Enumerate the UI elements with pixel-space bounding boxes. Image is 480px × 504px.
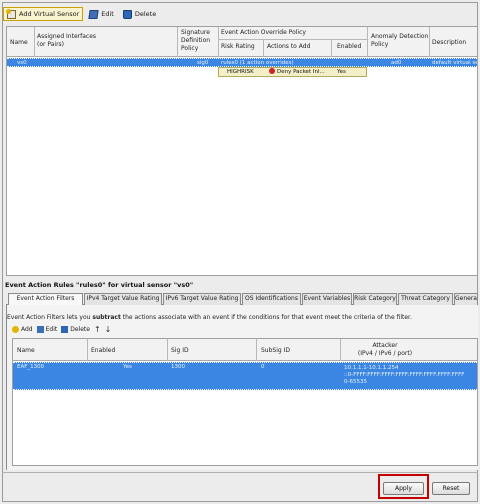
row-signature-policy: sig0 bbox=[197, 60, 209, 66]
override-action-label: Deny Packet Inl... bbox=[277, 69, 325, 75]
filters-toolbar: Add Edit Delete ↑ ↓ bbox=[12, 323, 115, 335]
tab-ipv6-target-value-rating[interactable]: IPv6 Target Value Rating bbox=[163, 293, 241, 305]
deny-icon bbox=[269, 68, 275, 74]
override-enabled: Yes bbox=[337, 69, 346, 75]
tab-threat-category[interactable]: Threat Category bbox=[398, 293, 453, 305]
tab-general[interactable]: General bbox=[454, 293, 478, 305]
add-filter-label: Add bbox=[21, 325, 33, 333]
col-actions-to-add[interactable]: Actions to Add bbox=[267, 43, 310, 51]
filters-description: Event Action Filters lets you subtract t… bbox=[7, 314, 412, 321]
row-subsig-id: 0 bbox=[261, 364, 265, 370]
edit-filter-label: Edit bbox=[45, 325, 58, 333]
move-up-icon[interactable]: ↑ bbox=[94, 325, 101, 334]
delete-label: Delete bbox=[134, 10, 157, 18]
event-action-filters-table: Name Enabled Sig ID SubSig ID Attacker (… bbox=[12, 338, 478, 466]
apply-button[interactable]: Apply bbox=[383, 482, 424, 495]
col-signature-policy[interactable]: Signature Definition Policy bbox=[181, 29, 210, 53]
event-action-tabs: Event Action Filters IPv4 Target Value R… bbox=[6, 293, 478, 306]
override-action: Deny Packet Inl... bbox=[269, 68, 337, 77]
row-name: EAF_1300 bbox=[17, 364, 45, 370]
add-virtual-sensor-button[interactable]: Add Virtual Sensor bbox=[3, 7, 84, 21]
edit-sensor-button[interactable]: Edit bbox=[86, 7, 117, 21]
col-sig-id[interactable]: Sig ID bbox=[171, 347, 189, 355]
override-risk-rating: HIGHRISK bbox=[227, 69, 254, 75]
tab-event-variables[interactable]: Event Variables bbox=[302, 293, 352, 305]
edit-icon bbox=[36, 325, 44, 333]
col-description[interactable]: Description bbox=[432, 39, 466, 47]
virtual-sensor-table: Name Assigned Interfaces (or Pairs) Sign… bbox=[6, 26, 478, 276]
edit-icon bbox=[88, 9, 99, 19]
col-name[interactable]: Name bbox=[17, 347, 35, 355]
col-risk-rating[interactable]: Risk Rating bbox=[221, 43, 255, 51]
col-subsig-id[interactable]: SubSig ID bbox=[261, 347, 290, 355]
edit-filter-button[interactable]: Edit bbox=[36, 325, 58, 333]
add-virtual-sensor-label: Add Virtual Sensor bbox=[19, 10, 80, 18]
section-title: Event Action Rules "rules0" for virtual … bbox=[5, 281, 194, 289]
add-filter-button[interactable]: Add bbox=[12, 325, 33, 333]
row-sig-id: 1300 bbox=[171, 364, 185, 370]
tab-os-identifications[interactable]: OS Identifications bbox=[242, 293, 301, 305]
col-enabled[interactable]: Enabled bbox=[91, 347, 115, 355]
row-name: vs0 bbox=[17, 60, 27, 66]
footer-divider bbox=[2, 472, 478, 473]
col-enabled[interactable]: Enabled bbox=[337, 43, 361, 51]
delete-filter-button[interactable]: Delete bbox=[61, 325, 90, 333]
tab-risk-category[interactable]: Risk Category bbox=[353, 293, 397, 305]
override-row[interactable]: HIGHRISK Deny Packet Inl... Yes bbox=[218, 67, 367, 77]
delete-icon bbox=[122, 9, 132, 19]
row-enabled: Yes bbox=[123, 364, 132, 370]
table-row[interactable]: vs0 sig0 rules0 (1 action overrides) ad0… bbox=[7, 58, 477, 67]
move-down-icon[interactable]: ↓ bbox=[105, 325, 112, 334]
col-anomaly-policy[interactable]: Anomaly Detection Policy bbox=[371, 33, 428, 49]
table-row[interactable]: EAF_1300 Yes 1300 0 10.1.1.1-10.1.1.254 … bbox=[13, 362, 477, 390]
add-sensor-icon bbox=[6, 8, 16, 19]
add-icon bbox=[12, 325, 19, 333]
delete-filter-label: Delete bbox=[70, 325, 90, 333]
tab-ipv4-target-value-rating[interactable]: IPv4 Target Value Rating bbox=[84, 293, 162, 305]
col-assigned-interfaces[interactable]: Assigned Interfaces (or Pairs) bbox=[37, 33, 96, 49]
row-attacker: 10.1.1.1-10.1.1.254 ::0-FFFF:FFFF:FFFF:F… bbox=[344, 365, 465, 385]
edit-label: Edit bbox=[101, 10, 114, 18]
delete-icon bbox=[61, 325, 69, 333]
col-name[interactable]: Name bbox=[10, 39, 28, 47]
sensor-toolbar: Add Virtual Sensor Edit Delete bbox=[3, 6, 473, 22]
row-anomaly-policy: ad0 bbox=[391, 60, 402, 66]
delete-sensor-button[interactable]: Delete bbox=[120, 7, 159, 21]
col-attacker[interactable]: Attacker (IPv4 / IPv6 / port) bbox=[345, 342, 425, 358]
row-description: default virtual se... bbox=[432, 60, 477, 66]
col-override-policy[interactable]: Event Action Override Policy bbox=[221, 29, 306, 37]
reset-button[interactable]: Reset bbox=[432, 482, 470, 495]
